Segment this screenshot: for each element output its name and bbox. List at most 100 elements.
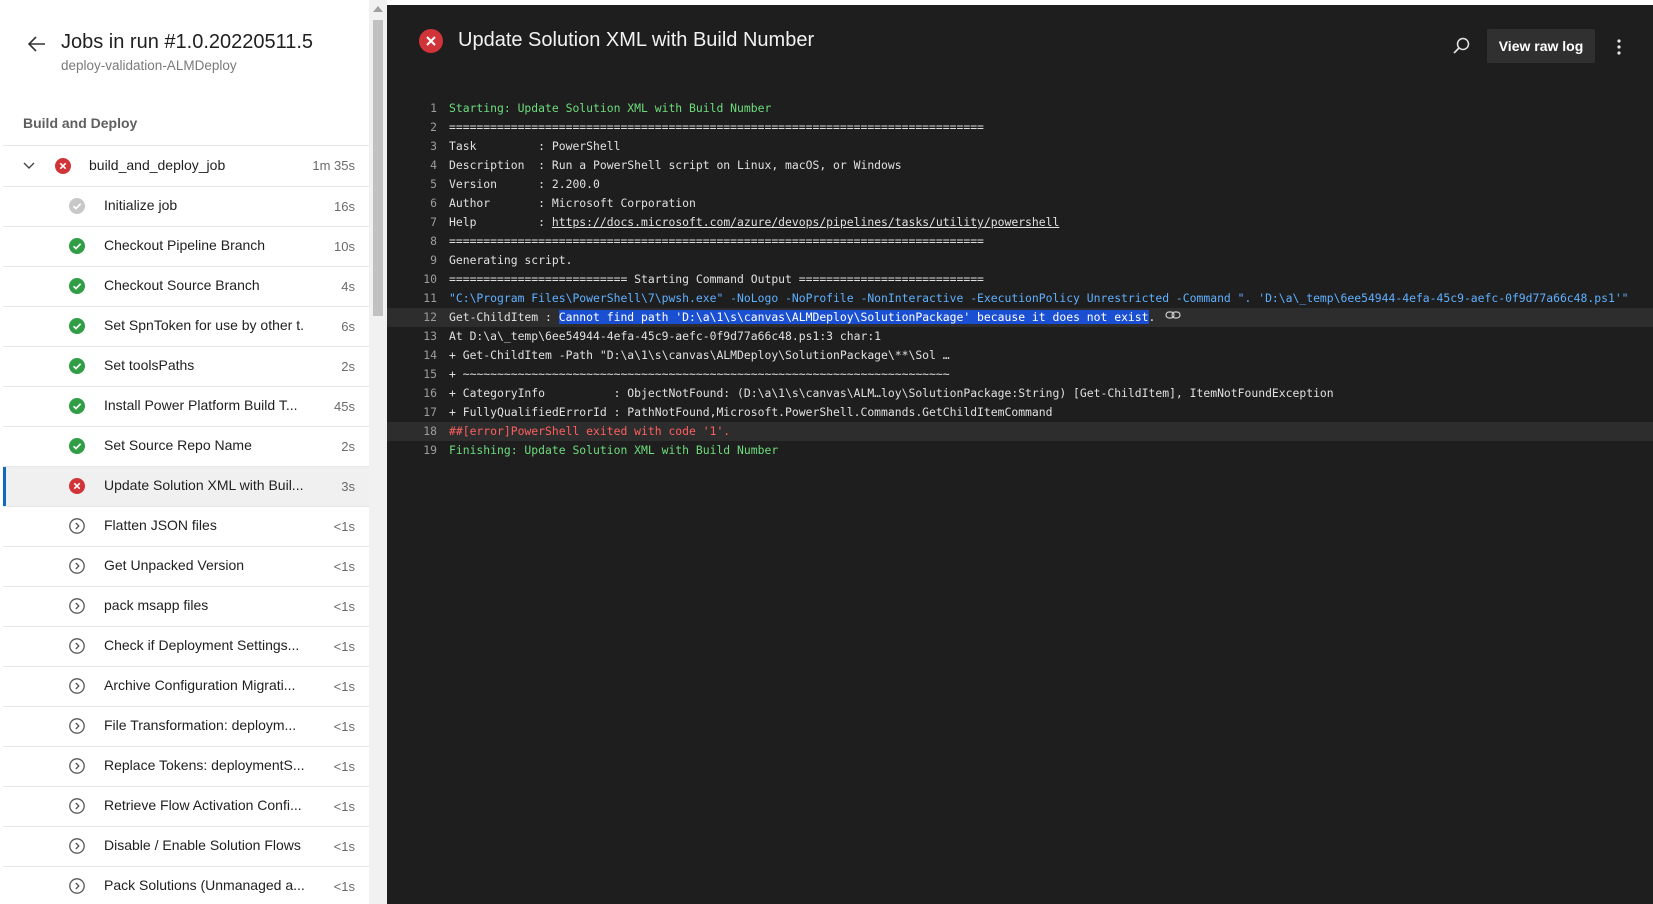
- log-line: 15 + ~~~~~~~~~~~~~~~~~~~~~~~~~~~~~~~~~~~~…: [387, 365, 1653, 384]
- step-name: Set SpnToken for use by other t...: [104, 317, 304, 333]
- chevron-circle-icon: [69, 718, 85, 739]
- chevron-down-icon[interactable]: [21, 157, 37, 173]
- line-text: Get-ChildItem : Cannot find path 'D:\a\1…: [449, 308, 1181, 327]
- step-duration: <1s: [333, 759, 355, 774]
- log-line: 14 + Get-ChildItem -Path "D:\a\1\s\canvas…: [387, 346, 1653, 365]
- step-row[interactable]: File Transformation: deploym... <1s: [3, 707, 369, 747]
- run-title: Jobs in run #1.0.20220511.5: [61, 31, 314, 53]
- line-number[interactable]: 17: [387, 403, 437, 422]
- step-row[interactable]: Set Source Repo Name 2s: [3, 427, 369, 467]
- log-line: 11 "C:\Program Files\PowerShell\7\pwsh.ex…: [387, 289, 1653, 308]
- line-text: Author : Microsoft Corporation: [449, 194, 696, 213]
- line-text: Starting: Update Solution XML with Build…: [449, 99, 771, 118]
- line-number[interactable]: 11: [387, 289, 437, 308]
- search-button[interactable]: [1447, 33, 1475, 61]
- step-row[interactable]: Set toolsPaths 2s: [3, 347, 369, 387]
- step-row[interactable]: Initialize job 16s: [3, 187, 369, 227]
- line-number[interactable]: 4: [387, 156, 437, 175]
- step-row[interactable]: Archive Configuration Migrati... <1s: [3, 667, 369, 707]
- error-circle-icon: [55, 158, 71, 179]
- text-segment: At D:\a\_temp\6ee54944-4efa-45c9-aefc-0f…: [449, 329, 882, 343]
- log-line: 6 Author : Microsoft Corporation: [387, 194, 1653, 213]
- step-duration: <1s: [333, 519, 355, 534]
- line-number[interactable]: 9: [387, 251, 437, 270]
- line-number[interactable]: 12: [387, 308, 437, 327]
- search-icon: [1453, 37, 1470, 54]
- line-number[interactable]: 2: [387, 118, 437, 137]
- log-line: 3 Task : PowerShell: [387, 137, 1653, 156]
- text-segment: ========================== Starting Comm…: [449, 272, 984, 286]
- step-row[interactable]: Disable / Enable Solution Flows <1s: [3, 827, 369, 867]
- run-header: Jobs in run #1.0.20220511.5 deploy-valid…: [3, 0, 369, 100]
- line-number[interactable]: 10: [387, 270, 437, 289]
- more-options-button[interactable]: [1609, 33, 1629, 61]
- step-row[interactable]: Install Power Platform Build T... 45s: [3, 387, 369, 427]
- step-row[interactable]: Checkout Pipeline Branch 10s: [3, 227, 369, 267]
- line-number[interactable]: 7: [387, 213, 437, 232]
- text-segment: + ~~~~~~~~~~~~~~~~~~~~~~~~~~~~~~~~~~~~~~…: [449, 367, 950, 381]
- step-row[interactable]: Checkout Source Branch 4s: [3, 267, 369, 307]
- line-number[interactable]: 1: [387, 99, 437, 118]
- step-duration: 2s: [341, 439, 355, 454]
- step-duration: <1s: [333, 679, 355, 694]
- scroll-thumb[interactable]: [373, 20, 383, 316]
- line-text: + ~~~~~~~~~~~~~~~~~~~~~~~~~~~~~~~~~~~~~~…: [449, 365, 950, 384]
- step-row[interactable]: Flatten JSON files <1s: [3, 507, 369, 547]
- step-duration: 10s: [334, 239, 355, 254]
- step-duration: <1s: [333, 599, 355, 614]
- line-number[interactable]: 19: [387, 441, 437, 460]
- line-number[interactable]: 13: [387, 327, 437, 346]
- arrow-left-icon: [28, 36, 45, 52]
- line-number[interactable]: 15: [387, 365, 437, 384]
- step-duration: <1s: [333, 559, 355, 574]
- step-row[interactable]: Check if Deployment Settings... <1s: [3, 627, 369, 667]
- log-line: 12 Get-ChildItem : Cannot find path 'D:\a…: [387, 308, 1653, 327]
- step-name: File Transformation: deploym...: [104, 717, 297, 733]
- selected-text: Cannot find path 'D:\a\1\s\canvas\ALMDep…: [558, 310, 1149, 324]
- step-duration: <1s: [333, 879, 355, 894]
- run-subtitle: deploy-validation-ALMDeploy: [61, 58, 237, 73]
- line-number[interactable]: 5: [387, 175, 437, 194]
- step-row[interactable]: Pack Solutions (Unmanaged a... <1s: [3, 867, 369, 904]
- scroll-up-arrow[interactable]: [373, 6, 383, 12]
- line-text: ========================================…: [449, 232, 984, 251]
- view-raw-log-button[interactable]: View raw log: [1487, 29, 1595, 63]
- log-line: 18 ##[error]PowerShell exited with code '…: [387, 422, 1653, 441]
- stage-title: Build and Deploy: [23, 115, 138, 131]
- help-link[interactable]: https://docs.microsoft.com/azure/devops/…: [552, 215, 1059, 229]
- line-number[interactable]: 14: [387, 346, 437, 365]
- line-number[interactable]: 16: [387, 384, 437, 403]
- step-row[interactable]: pack msapp files <1s: [3, 587, 369, 627]
- step-row[interactable]: Update Solution XML with Buil... 3s: [3, 467, 369, 507]
- back-button[interactable]: [23, 30, 51, 58]
- step-duration: 3s: [341, 479, 355, 494]
- step-row[interactable]: Set SpnToken for use by other t... 6s: [3, 307, 369, 347]
- error-circle-icon: [419, 29, 443, 58]
- step-row[interactable]: Get Unpacked Version <1s: [3, 547, 369, 587]
- step-name: Disable / Enable Solution Flows: [104, 837, 301, 853]
- text-segment: + Get-ChildItem -Path "D:\a\1\s\canvas\A…: [449, 348, 950, 362]
- step-row[interactable]: Replace Tokens: deploymentS... <1s: [3, 747, 369, 787]
- step-name: Get Unpacked Version: [104, 557, 245, 573]
- step-duration: 4s: [341, 279, 355, 294]
- line-number[interactable]: 3: [387, 137, 437, 156]
- text-segment: Starting: Update Solution XML with Build…: [449, 101, 772, 115]
- text-segment: Generating script.: [449, 253, 573, 267]
- scrollbar[interactable]: [369, 0, 387, 904]
- job-duration: 1m 35s: [312, 158, 355, 173]
- job-row[interactable]: build_and_deploy_job 1m 35s: [3, 146, 369, 187]
- step-name: Replace Tokens: deploymentS...: [104, 757, 304, 773]
- line-number[interactable]: 8: [387, 232, 437, 251]
- link-copy-icon[interactable]: [1165, 308, 1181, 327]
- text-segment: Finishing: Update Solution XML with Buil…: [449, 443, 779, 457]
- step-name: Install Power Platform Build T...: [104, 397, 298, 413]
- step-row[interactable]: Retrieve Flow Activation Confi... <1s: [3, 787, 369, 827]
- line-number[interactable]: 18: [387, 422, 437, 441]
- jobs-list-container: Jobs in run #1.0.20220511.5 deploy-valid…: [3, 0, 369, 904]
- step-duration: 45s: [334, 399, 355, 414]
- line-text: Task : PowerShell: [449, 137, 620, 156]
- line-text: ##[error]PowerShell exited with code '1'…: [449, 422, 730, 441]
- step-duration: <1s: [333, 839, 355, 854]
- line-text: Generating script.: [449, 251, 572, 270]
- line-number[interactable]: 6: [387, 194, 437, 213]
